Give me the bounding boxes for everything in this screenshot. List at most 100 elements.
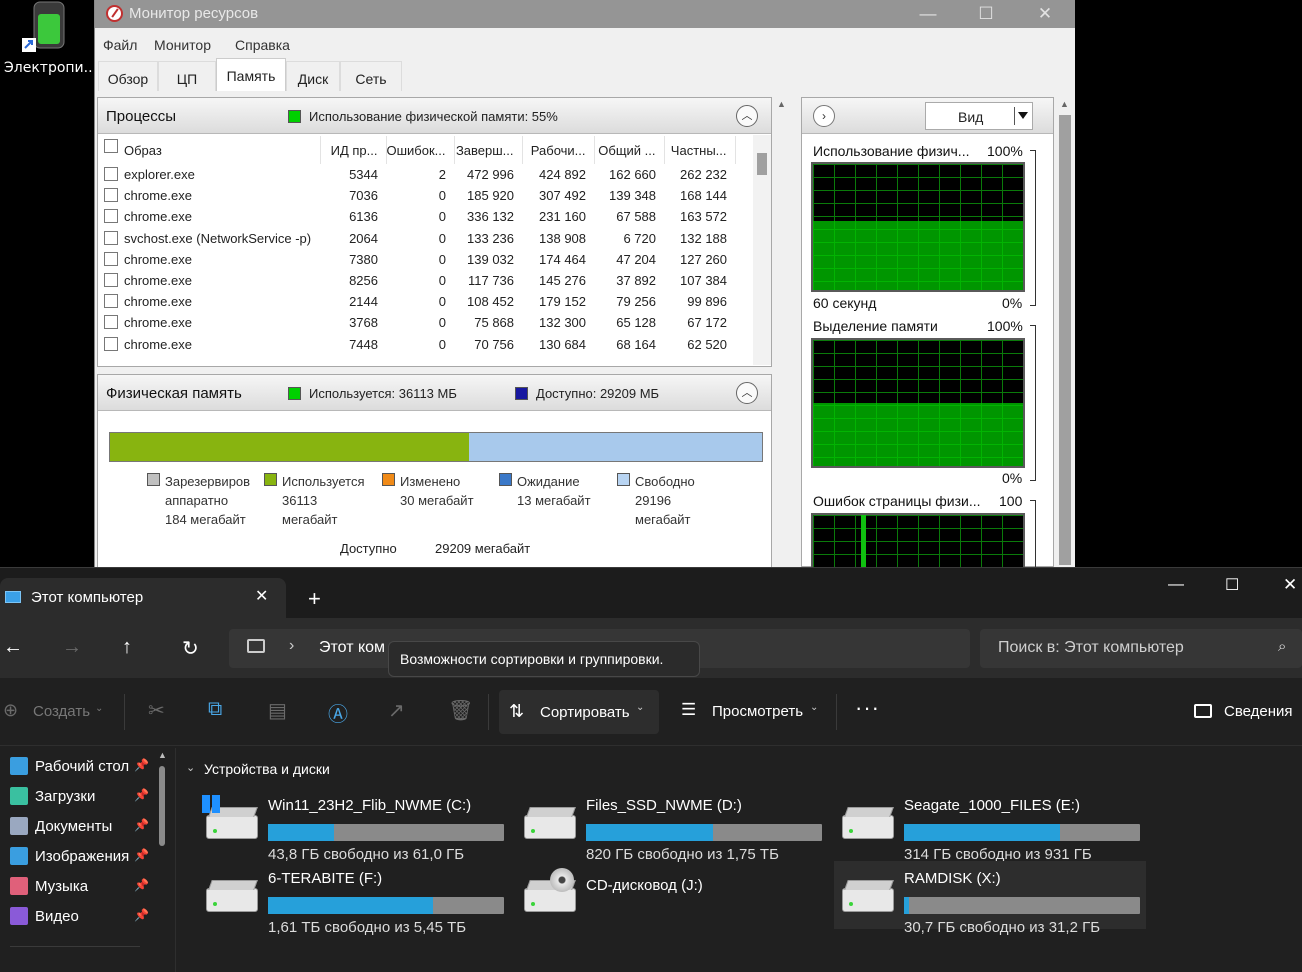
close-button[interactable]: ✕ xyxy=(1030,4,1060,24)
tab-disk[interactable]: Диск xyxy=(286,61,340,91)
search-box[interactable]: Поиск в: Этот компьютер ⌕ xyxy=(980,629,1302,668)
column-header[interactable]: Рабочи... xyxy=(522,136,595,164)
expand-graphs-button[interactable]: › xyxy=(813,105,835,127)
processes-scrollbar[interactable] xyxy=(753,135,771,365)
close-button[interactable]: ✕ xyxy=(1283,575,1297,595)
menu-monitor[interactable]: Монитор xyxy=(154,37,211,53)
delete-icon[interactable]: 🗑 xyxy=(448,698,473,723)
drive-item[interactable]: Files_SSD_NWME (D:) 820 ГБ свободно из 1,… xyxy=(516,788,828,863)
pin-icon[interactable]: 📌 xyxy=(134,758,149,772)
column-header[interactable]: Частны... xyxy=(664,136,736,164)
scroll-thumb[interactable] xyxy=(159,766,165,846)
more-options-icon[interactable]: ··· xyxy=(855,695,880,721)
sidebar-item[interactable]: Документы 📌 xyxy=(10,812,165,842)
minimize-button[interactable]: — xyxy=(1168,576,1184,594)
chevron-down-icon[interactable]: ⌄ xyxy=(186,761,195,774)
cell-text: 75 868 xyxy=(474,315,515,331)
drive-item[interactable]: CD-дисковод (J:) xyxy=(516,861,828,929)
sidebar-item[interactable]: Изображения 📌 xyxy=(10,842,165,872)
copy-icon[interactable]: ⧉ xyxy=(208,698,222,721)
new-tab-button[interactable]: + xyxy=(308,586,321,612)
collapse-physical-button[interactable]: ︿ xyxy=(736,382,758,404)
refresh-icon[interactable]: ↻ xyxy=(182,636,199,661)
breadcrumb-chevron-icon[interactable]: › xyxy=(289,637,294,655)
group-header[interactable]: Устройства и диски xyxy=(204,761,330,777)
maximize-button[interactable]: ☐ xyxy=(1225,575,1239,595)
table-row[interactable]: chrome.exe 7448 0 70 756 130 684 68 164 62 520 xyxy=(98,334,735,355)
column-header[interactable]: Общий ... xyxy=(594,136,665,164)
row-checkbox[interactable] xyxy=(104,336,118,351)
title-bar[interactable]: Монитор ресурсов — ☐ ✕ xyxy=(95,0,1075,28)
sidebar-item[interactable]: Загрузки 📌 xyxy=(10,782,165,812)
navigation-scrollbar[interactable]: ▲ xyxy=(158,750,167,850)
drive-item[interactable]: Win11_23H2_Flib_NWME (C:) 43,8 ГБ свободн… xyxy=(198,788,510,863)
sidebar-item[interactable]: Видео 📌 xyxy=(10,902,165,932)
row-checkbox[interactable] xyxy=(104,230,118,245)
scroll-thumb[interactable] xyxy=(757,153,767,175)
scroll-up-arrow[interactable]: ▲ xyxy=(777,99,786,109)
sort-button[interactable]: ⇅ Сортировать ⌄ xyxy=(499,690,659,734)
menu-file[interactable]: Файл xyxy=(103,37,137,53)
table-row[interactable]: chrome.exe 8256 0 117 736 145 276 37 892 107 3… xyxy=(98,270,735,291)
tab-cpu[interactable]: ЦП xyxy=(158,61,216,91)
pin-icon[interactable]: 📌 xyxy=(134,878,149,892)
desktop-shortcut[interactable]: Электропи... xyxy=(0,0,97,90)
drive-item[interactable]: RAMDISK (X:) 30,7 ГБ свободно из 31,2 ГБ xyxy=(834,861,1146,936)
row-checkbox[interactable] xyxy=(104,294,118,309)
back-arrow-icon[interactable]: ← xyxy=(3,636,23,659)
table-row[interactable]: svchost.exe (NetworkService -p) 2064 0 133 … xyxy=(98,228,735,249)
scroll-up-arrow[interactable]: ▲ xyxy=(1060,99,1069,109)
row-checkbox[interactable] xyxy=(104,272,118,287)
tab-memory[interactable]: Память xyxy=(216,58,286,91)
pin-icon[interactable]: 📌 xyxy=(134,848,149,862)
table-row[interactable]: explorer.exe 5344 2 472 996 424 892 162 660 26… xyxy=(98,164,735,185)
close-tab-icon[interactable]: ✕ xyxy=(255,586,268,606)
cut-icon[interactable]: ✂ xyxy=(148,698,165,723)
table-row[interactable]: chrome.exe 7380 0 139 032 174 464 47 204 127 2… xyxy=(98,249,735,270)
menu-help[interactable]: Справка xyxy=(235,37,290,53)
table-row[interactable]: chrome.exe 7036 0 185 920 307 492 139 348 168 … xyxy=(98,185,735,206)
table-row[interactable]: chrome.exe 6136 0 336 132 231 160 67 588 163 5… xyxy=(98,206,735,227)
explorer-tab[interactable]: Этот компьютер ✕ xyxy=(0,578,286,618)
column-header[interactable]: Ошибок... xyxy=(386,136,455,164)
row-checkbox[interactable] xyxy=(104,209,118,224)
table-row[interactable]: chrome.exe 3768 0 75 868 132 300 65 128 67 172 xyxy=(98,312,735,333)
graphs-scrollbar[interactable]: ▲ xyxy=(1056,97,1074,567)
column-header[interactable]: ИД пр... xyxy=(320,136,387,164)
tab-network[interactable]: Сеть xyxy=(340,61,402,91)
view-button[interactable]: Просмотреть xyxy=(712,703,803,720)
create-button[interactable]: Создать xyxy=(33,703,90,720)
sidebar-item[interactable]: Рабочий стол 📌 xyxy=(10,752,165,782)
sidebar-item[interactable]: Музыка 📌 xyxy=(10,872,165,902)
details-button[interactable]: Сведения xyxy=(1224,703,1293,720)
breadcrumb-this-pc[interactable]: Этот ком xyxy=(319,639,385,657)
maximize-button[interactable]: ☐ xyxy=(971,4,1001,24)
pin-icon[interactable]: 📌 xyxy=(134,788,149,802)
pin-icon[interactable]: 📌 xyxy=(134,818,149,832)
collapse-processes-button[interactable]: ︿ xyxy=(736,105,758,127)
share-icon[interactable]: ↗ xyxy=(388,698,405,723)
row-checkbox[interactable] xyxy=(104,315,118,330)
scroll-thumb[interactable] xyxy=(1059,115,1071,565)
row-checkbox[interactable] xyxy=(104,167,118,181)
rename-icon[interactable]: Ⓐ xyxy=(328,698,348,727)
tab-overview[interactable]: Обзор xyxy=(98,61,158,91)
drive-item[interactable]: 6-TERABITE (F:) 1,61 ТБ свободно из 5,45 … xyxy=(198,861,510,936)
view-dropdown[interactable]: Вид xyxy=(925,102,1033,130)
drive-item[interactable]: Seagate_1000_FILES (E:) 314 ГБ свободно и… xyxy=(834,788,1146,863)
processes-header[interactable]: Процессы Использование физической памяти… xyxy=(98,98,771,134)
scroll-up-arrow[interactable]: ▲ xyxy=(158,750,167,760)
pin-icon[interactable]: 📌 xyxy=(134,908,149,922)
column-header[interactable]: Образ xyxy=(98,136,321,164)
column-header[interactable]: Заверш... xyxy=(454,136,523,164)
table-row[interactable]: chrome.exe 2144 0 108 452 179 152 79 256 99 89… xyxy=(98,291,735,312)
select-all-checkbox[interactable] xyxy=(104,139,118,153)
row-checkbox[interactable] xyxy=(104,251,118,266)
left-pane-scrollbar[interactable]: ▲ xyxy=(774,97,794,567)
forward-arrow-icon[interactable]: → xyxy=(62,636,82,659)
up-arrow-icon[interactable]: ↑ xyxy=(122,636,132,659)
paste-icon[interactable]: ▤ xyxy=(268,698,287,723)
row-checkbox[interactable] xyxy=(104,188,118,203)
minimize-button[interactable]: — xyxy=(913,4,943,24)
physical-memory-header[interactable]: Физическая память Используется: 36113 МБ… xyxy=(98,375,771,411)
